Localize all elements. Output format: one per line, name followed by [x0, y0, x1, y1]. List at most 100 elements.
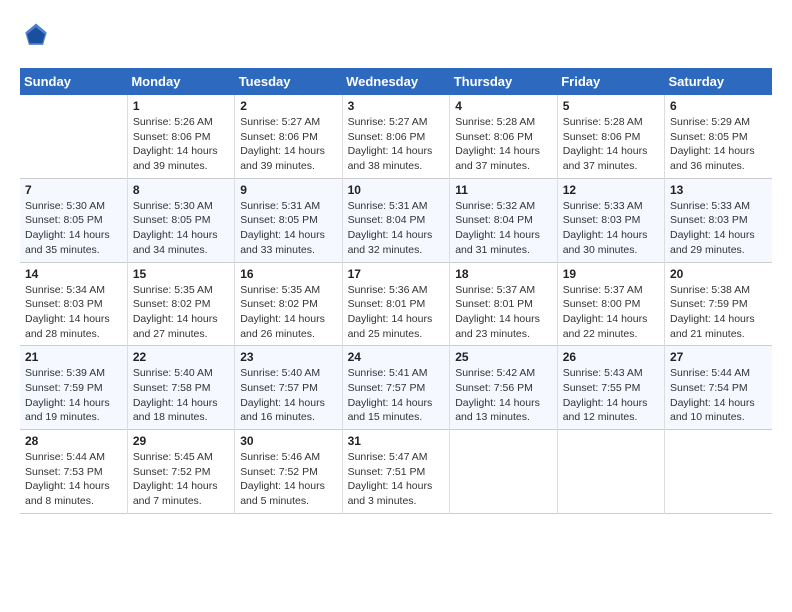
day-cell: 9 Sunrise: 5:31 AM Sunset: 8:05 PM Daylig… [235, 178, 342, 262]
day-number: 23 [240, 350, 336, 364]
day-cell: 24 Sunrise: 5:41 AM Sunset: 7:57 PM Dayli… [342, 346, 450, 430]
day-number: 3 [348, 99, 445, 113]
day-number: 13 [670, 183, 767, 197]
day-number: 30 [240, 434, 336, 448]
day-number: 9 [240, 183, 336, 197]
day-number: 8 [133, 183, 229, 197]
day-info: Sunrise: 5:47 AM Sunset: 7:51 PM Dayligh… [348, 450, 445, 509]
day-cell: 11 Sunrise: 5:32 AM Sunset: 8:04 PM Dayli… [450, 178, 557, 262]
day-cell: 1 Sunrise: 5:26 AM Sunset: 8:06 PM Daylig… [127, 95, 234, 178]
day-cell: 12 Sunrise: 5:33 AM Sunset: 8:03 PM Dayli… [557, 178, 664, 262]
day-info: Sunrise: 5:39 AM Sunset: 7:59 PM Dayligh… [25, 366, 122, 425]
day-cell [20, 95, 127, 178]
day-number: 18 [455, 267, 551, 281]
day-cell: 25 Sunrise: 5:42 AM Sunset: 7:56 PM Dayli… [450, 346, 557, 430]
day-number: 19 [563, 267, 659, 281]
day-info: Sunrise: 5:37 AM Sunset: 8:01 PM Dayligh… [455, 283, 551, 342]
day-number: 5 [563, 99, 659, 113]
col-header-friday: Friday [557, 68, 664, 95]
day-info: Sunrise: 5:38 AM Sunset: 7:59 PM Dayligh… [670, 283, 767, 342]
day-cell: 29Sunrise: 5:45 AM Sunset: 7:52 PM Dayli… [127, 430, 234, 514]
col-header-monday: Monday [127, 68, 234, 95]
day-cell: 13 Sunrise: 5:33 AM Sunset: 8:03 PM Dayli… [665, 178, 773, 262]
day-info: Sunrise: 5:35 AM Sunset: 8:02 PM Dayligh… [240, 283, 336, 342]
day-info: Sunrise: 5:33 AM Sunset: 8:03 PM Dayligh… [670, 199, 767, 258]
day-cell [665, 430, 773, 514]
day-info: Sunrise: 5:40 AM Sunset: 7:58 PM Dayligh… [133, 366, 229, 425]
day-info: Sunrise: 5:30 AM Sunset: 8:05 PM Dayligh… [25, 199, 122, 258]
day-cell: 18 Sunrise: 5:37 AM Sunset: 8:01 PM Dayli… [450, 262, 557, 346]
day-info: Sunrise: 5:32 AM Sunset: 8:04 PM Dayligh… [455, 199, 551, 258]
day-info: Sunrise: 5:31 AM Sunset: 8:05 PM Dayligh… [240, 199, 336, 258]
day-number: 16 [240, 267, 336, 281]
day-info: Sunrise: 5:42 AM Sunset: 7:56 PM Dayligh… [455, 366, 551, 425]
col-header-tuesday: Tuesday [235, 68, 342, 95]
page-header [20, 20, 772, 52]
col-header-sunday: Sunday [20, 68, 127, 95]
day-cell: 28Sunrise: 5:44 AM Sunset: 7:53 PM Dayli… [20, 430, 127, 514]
day-info: Sunrise: 5:44 AM Sunset: 7:53 PM Dayligh… [25, 450, 122, 509]
day-cell: 27Sunrise: 5:44 AM Sunset: 7:54 PM Dayli… [665, 346, 773, 430]
day-info: Sunrise: 5:43 AM Sunset: 7:55 PM Dayligh… [563, 366, 659, 425]
day-cell: 30 Sunrise: 5:46 AM Sunset: 7:52 PM Dayli… [235, 430, 342, 514]
day-info: Sunrise: 5:28 AM Sunset: 8:06 PM Dayligh… [563, 115, 659, 174]
day-info: Sunrise: 5:36 AM Sunset: 8:01 PM Dayligh… [348, 283, 445, 342]
day-cell: 21Sunrise: 5:39 AM Sunset: 7:59 PM Dayli… [20, 346, 127, 430]
day-cell: 22 Sunrise: 5:40 AM Sunset: 7:58 PM Dayli… [127, 346, 234, 430]
logo-icon [20, 20, 52, 52]
day-cell: 23Sunrise: 5:40 AM Sunset: 7:57 PM Dayli… [235, 346, 342, 430]
day-number: 26 [563, 350, 659, 364]
header-row: SundayMondayTuesdayWednesdayThursdayFrid… [20, 68, 772, 95]
day-cell [557, 430, 664, 514]
col-header-wednesday: Wednesday [342, 68, 450, 95]
day-number: 7 [25, 183, 122, 197]
day-cell: 7 Sunrise: 5:30 AM Sunset: 8:05 PM Daylig… [20, 178, 127, 262]
day-number: 1 [133, 99, 229, 113]
day-info: Sunrise: 5:44 AM Sunset: 7:54 PM Dayligh… [670, 366, 767, 425]
day-cell: 6Sunrise: 5:29 AM Sunset: 8:05 PM Daylig… [665, 95, 773, 178]
day-info: Sunrise: 5:33 AM Sunset: 8:03 PM Dayligh… [563, 199, 659, 258]
day-number: 10 [348, 183, 445, 197]
day-number: 24 [348, 350, 445, 364]
day-number: 12 [563, 183, 659, 197]
day-info: Sunrise: 5:26 AM Sunset: 8:06 PM Dayligh… [133, 115, 229, 174]
week-row-2: 7 Sunrise: 5:30 AM Sunset: 8:05 PM Daylig… [20, 178, 772, 262]
day-info: Sunrise: 5:31 AM Sunset: 8:04 PM Dayligh… [348, 199, 445, 258]
day-info: Sunrise: 5:28 AM Sunset: 8:06 PM Dayligh… [455, 115, 551, 174]
col-header-thursday: Thursday [450, 68, 557, 95]
calendar-table: SundayMondayTuesdayWednesdayThursdayFrid… [20, 68, 772, 514]
day-cell: 4Sunrise: 5:28 AM Sunset: 8:06 PM Daylig… [450, 95, 557, 178]
day-number: 17 [348, 267, 445, 281]
logo [20, 20, 56, 52]
day-cell: 5 Sunrise: 5:28 AM Sunset: 8:06 PM Daylig… [557, 95, 664, 178]
day-cell: 3Sunrise: 5:27 AM Sunset: 8:06 PM Daylig… [342, 95, 450, 178]
day-cell: 19Sunrise: 5:37 AM Sunset: 8:00 PM Dayli… [557, 262, 664, 346]
day-cell: 31 Sunrise: 5:47 AM Sunset: 7:51 PM Dayli… [342, 430, 450, 514]
day-cell: 15 Sunrise: 5:35 AM Sunset: 8:02 PM Dayli… [127, 262, 234, 346]
day-number: 6 [670, 99, 767, 113]
day-info: Sunrise: 5:34 AM Sunset: 8:03 PM Dayligh… [25, 283, 122, 342]
day-number: 20 [670, 267, 767, 281]
day-number: 29 [133, 434, 229, 448]
day-number: 2 [240, 99, 336, 113]
day-cell: 14Sunrise: 5:34 AM Sunset: 8:03 PM Dayli… [20, 262, 127, 346]
day-cell: 16 Sunrise: 5:35 AM Sunset: 8:02 PM Dayli… [235, 262, 342, 346]
day-info: Sunrise: 5:35 AM Sunset: 8:02 PM Dayligh… [133, 283, 229, 342]
day-number: 22 [133, 350, 229, 364]
day-info: Sunrise: 5:46 AM Sunset: 7:52 PM Dayligh… [240, 450, 336, 509]
day-cell: 17 Sunrise: 5:36 AM Sunset: 8:01 PM Dayli… [342, 262, 450, 346]
week-row-1: 1 Sunrise: 5:26 AM Sunset: 8:06 PM Daylig… [20, 95, 772, 178]
day-cell [450, 430, 557, 514]
day-number: 15 [133, 267, 229, 281]
col-header-saturday: Saturday [665, 68, 773, 95]
week-row-3: 14Sunrise: 5:34 AM Sunset: 8:03 PM Dayli… [20, 262, 772, 346]
day-number: 11 [455, 183, 551, 197]
day-number: 31 [348, 434, 445, 448]
day-number: 25 [455, 350, 551, 364]
day-info: Sunrise: 5:27 AM Sunset: 8:06 PM Dayligh… [240, 115, 336, 174]
day-cell: 26 Sunrise: 5:43 AM Sunset: 7:55 PM Dayli… [557, 346, 664, 430]
day-cell: 8 Sunrise: 5:30 AM Sunset: 8:05 PM Daylig… [127, 178, 234, 262]
day-cell: 10 Sunrise: 5:31 AM Sunset: 8:04 PM Dayli… [342, 178, 450, 262]
day-info: Sunrise: 5:41 AM Sunset: 7:57 PM Dayligh… [348, 366, 445, 425]
day-info: Sunrise: 5:30 AM Sunset: 8:05 PM Dayligh… [133, 199, 229, 258]
